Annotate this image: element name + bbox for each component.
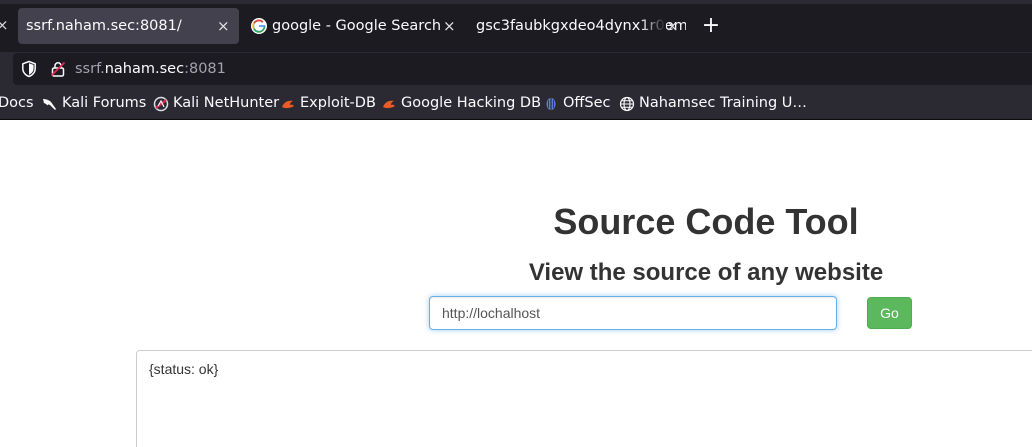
bookmark-label: Google Hacking DB [401, 95, 542, 111]
go-button[interactable]: Go [867, 297, 912, 329]
tab-title: ssrf.naham.sec:8081/ [26, 18, 182, 34]
tab-title: google - Google Search [272, 18, 442, 34]
address-bar[interactable]: ssrf.naham.sec:8081 [13, 53, 1032, 85]
bookmark-label: OffSec [563, 95, 611, 111]
bookmark-label: Docs [0, 95, 34, 111]
page-title: Source Code Tool [553, 201, 859, 242]
new-tab-button[interactable]: + [699, 13, 723, 39]
bookmarks-toolbar: Docs Kali Forums Kali NetHunter Exploit-… [0, 86, 1032, 120]
bookmark-label: Kali NetHunter [173, 95, 280, 111]
tab-close-icon[interactable]: × [217, 8, 230, 44]
nethunter-icon [153, 96, 169, 112]
bookmark-label: Exploit-DB [300, 95, 376, 111]
source-url-input[interactable] [429, 296, 837, 330]
tab-close-icon[interactable]: × [666, 8, 679, 44]
url-port: :8081 [184, 61, 226, 77]
tab-strip-topline [0, 0, 1032, 4]
url-host: naham.sec [104, 61, 185, 77]
page-viewport: Source Code Tool View the source of any … [0, 120, 1032, 447]
bookmark-label: Nahamsec Training U… [639, 95, 807, 111]
url-prefix: ssrf. [75, 61, 105, 77]
offsec-icon [546, 97, 556, 111]
ghdb-icon [383, 100, 395, 109]
tab-gsc3[interactable]: gsc3faubkgxdeo4dynx1r0em × [468, 8, 686, 44]
navigation-toolbar: ssrf.naham.sec:8081 [0, 52, 1032, 86]
tab-strip: × ssrf.naham.sec:8081/ × google - Google… [0, 0, 1032, 52]
tab-title-fade [640, 8, 666, 44]
bookmark-label: Kali Forums [62, 95, 147, 111]
tab-close-icon[interactable]: × [443, 8, 456, 44]
google-icon [251, 18, 267, 34]
tab-google-search[interactable]: google - Google Search × [244, 8, 462, 44]
tab-ssrf[interactable]: ssrf.naham.sec:8081/ × [18, 8, 239, 44]
source-result-box[interactable]: {status: ok} [136, 350, 1032, 447]
result-text: {status: ok} [149, 361, 219, 377]
offscreen-tab-close-icon[interactable]: × [0, 17, 9, 33]
tracking-protection-shield-icon[interactable] [20, 60, 38, 78]
bookmark-docs[interactable]: Docs [0, 86, 34, 119]
globe-icon [619, 96, 635, 112]
exploit-db-icon [282, 100, 294, 109]
page-subtitle: View the source of any website [528, 259, 884, 286]
kali-dragon-icon [43, 99, 56, 110]
insecure-lock-icon[interactable] [49, 60, 67, 78]
url-text[interactable]: ssrf.naham.sec:8081 [75, 53, 226, 85]
